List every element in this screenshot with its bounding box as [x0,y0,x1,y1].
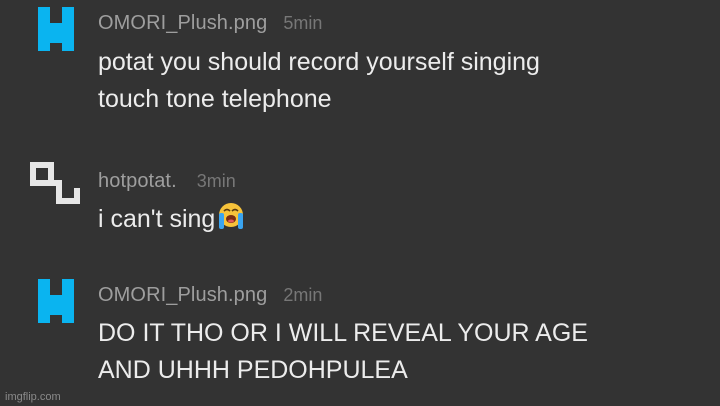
message-text: DO IT THO OR I WILL REVEAL YOUR AGE AND … [98,315,698,389]
message-text: i can't sing [98,200,698,238]
pixel-avatar-icon [30,162,80,204]
message-line: DO IT THO OR I WILL REVEAL YOUR AGE [98,319,588,347]
loudly-crying-face-emoji [215,200,247,232]
user-avatar[interactable] [30,158,82,210]
message-line-text: i can't sing [98,205,216,233]
user-avatar[interactable] [30,275,82,327]
message-1: OMORI_Plush.png 5min potat you should rec… [0,0,720,130]
pixel-avatar-icon [38,279,74,323]
message-header: OMORI_Plush.png 2min [98,284,322,307]
pixel-avatar-icon [38,7,74,51]
username[interactable]: OMORI_Plush.png [98,284,267,306]
message-3: OMORI_Plush.png 2min DO IT THO OR I WILL … [0,270,720,390]
message-line: AND UHHH PEDOHPULEA [98,356,408,384]
timestamp: 5min [283,13,323,33]
message-line: potat you should record yourself singing [98,48,540,76]
message-2: hotpotat. 3min i can't sing [0,150,720,250]
watermark: imgflip.com [5,391,61,403]
user-avatar[interactable] [30,3,82,55]
username[interactable]: hotpotat. [98,170,177,192]
message-line: touch tone telephone [98,85,332,113]
timestamp: 3min [196,171,236,191]
timestamp: 2min [283,285,323,305]
message-header: OMORI_Plush.png 5min [98,12,322,35]
message-text: potat you should record yourself singing… [98,44,698,118]
username[interactable]: OMORI_Plush.png [98,12,267,34]
message-line: i can't sing [98,200,698,238]
message-header: hotpotat. 3min [98,170,236,193]
